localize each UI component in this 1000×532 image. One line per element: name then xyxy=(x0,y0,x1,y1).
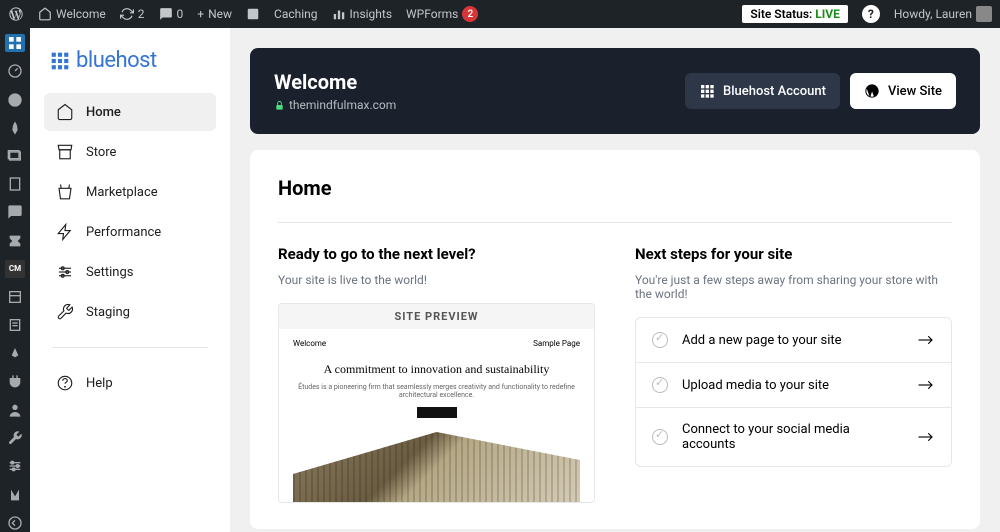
insights-link[interactable]: Insights xyxy=(332,7,392,21)
next-steps-column: Next steps for your site You're just a f… xyxy=(635,245,952,503)
ready-column: Ready to go to the next level? Your site… xyxy=(278,245,595,503)
wpforms-badge: 2 xyxy=(462,6,478,22)
rail-jetpack-icon[interactable] xyxy=(5,90,25,108)
site-link[interactable]: Welcome xyxy=(38,7,106,21)
wp-logo-icon[interactable] xyxy=(8,6,24,22)
wpforms-label: WPForms xyxy=(406,7,458,21)
rail-templates-icon[interactable] xyxy=(5,288,25,306)
rail-plugins-icon[interactable] xyxy=(5,373,25,391)
rail-dashboard-icon[interactable] xyxy=(5,34,25,52)
sidebar-item-help[interactable]: Help xyxy=(44,364,216,402)
rail-wpforms-icon[interactable] xyxy=(5,232,25,250)
insights-label: Insights xyxy=(350,7,392,21)
check-icon xyxy=(652,332,668,348)
arrow-right-icon xyxy=(917,379,935,391)
step-add-page[interactable]: Add a new page to your site xyxy=(636,318,951,363)
sidebar-item-home[interactable]: Home xyxy=(44,93,216,131)
wp-admin-rail: CM xyxy=(0,28,30,532)
preview-label: SITE PREVIEW xyxy=(279,304,594,329)
steps-list: Add a new page to your site Upload media… xyxy=(635,317,952,467)
updates-link[interactable]: 2 xyxy=(120,7,145,21)
ready-heading: Ready to go to the next level? xyxy=(278,245,595,263)
avatar xyxy=(976,6,992,22)
howdy-text: Howdy, Lauren xyxy=(894,7,972,21)
user-menu[interactable]: Howdy, Lauren xyxy=(894,6,992,22)
step-social-media[interactable]: Connect to your social media accounts xyxy=(636,408,951,466)
preview-sub: Études is a pioneering firm that seamles… xyxy=(293,383,580,399)
preview-image xyxy=(293,432,580,502)
lock-icon xyxy=(274,100,285,111)
sidebar-item-staging[interactable]: Staging xyxy=(44,293,216,331)
bluehost-logo-icon xyxy=(50,51,70,71)
rail-settings-icon[interactable] xyxy=(5,457,25,475)
rail-tools-icon[interactable] xyxy=(5,429,25,447)
preview-heading: A commitment to innovation and sustainab… xyxy=(293,362,580,377)
sidebar-item-performance[interactable]: Performance xyxy=(44,213,216,251)
card-title: Home xyxy=(278,176,952,200)
arrow-right-icon xyxy=(917,431,935,443)
bluehost-logo[interactable]: bluehost xyxy=(44,48,216,73)
hero-title: Welcome xyxy=(274,70,396,94)
rail-comments-icon[interactable] xyxy=(5,203,25,221)
sidebar-label: Performance xyxy=(86,225,161,240)
wordpress-icon xyxy=(864,83,880,99)
check-icon xyxy=(652,429,668,445)
sidebar-label: Help xyxy=(86,376,113,391)
rail-users-icon[interactable] xyxy=(5,401,25,419)
updates-count: 2 xyxy=(138,7,145,21)
wpforms-link[interactable]: WPForms 2 xyxy=(406,6,478,22)
rail-appearance-icon[interactable] xyxy=(5,344,25,362)
arrow-right-icon xyxy=(917,334,935,346)
comments-count: 0 xyxy=(177,7,184,21)
rail-gauge-icon[interactable] xyxy=(5,62,25,80)
site-status[interactable]: Site Status: LIVE xyxy=(742,5,847,23)
rail-pages-icon[interactable] xyxy=(5,175,25,193)
next-steps-subtext: You're just a few steps away from sharin… xyxy=(635,273,952,301)
sidebar-item-store[interactable]: Store xyxy=(44,133,216,171)
content-area: Welcome themindfulmax.com Bluehost Accou… xyxy=(230,28,1000,532)
hero-url: themindfulmax.com xyxy=(274,98,396,112)
rail-collapse-icon[interactable] xyxy=(5,514,25,532)
grid-icon xyxy=(699,83,715,99)
bluehost-sidebar: bluehost Home Store Marketplace Performa… xyxy=(30,28,230,532)
rail-forms-icon[interactable] xyxy=(5,316,25,334)
next-steps-heading: Next steps for your site xyxy=(635,245,952,263)
sidebar-item-marketplace[interactable]: Marketplace xyxy=(44,173,216,211)
ready-subtext: Your site is live to the world! xyxy=(278,273,595,287)
bluehost-account-button[interactable]: Bluehost Account xyxy=(685,73,840,109)
sidebar-label: Marketplace xyxy=(86,185,158,200)
view-site-button[interactable]: View Site xyxy=(850,73,956,109)
sidebar-label: Settings xyxy=(86,265,133,280)
new-link[interactable]: +New xyxy=(197,7,232,21)
new-label: New xyxy=(208,7,232,21)
rail-media-icon[interactable] xyxy=(5,147,25,165)
rail-pin-icon[interactable] xyxy=(5,119,25,137)
check-icon xyxy=(652,377,668,393)
caching-link[interactable]: Caching xyxy=(274,7,318,21)
yoast-icon[interactable] xyxy=(246,7,260,21)
sidebar-label: Staging xyxy=(86,305,130,320)
help-icon[interactable]: ? xyxy=(862,5,880,23)
bluehost-logo-text: bluehost xyxy=(76,48,157,73)
comments-link[interactable]: 0 xyxy=(159,7,184,21)
preview-cta xyxy=(417,407,457,418)
sidebar-label: Store xyxy=(86,145,116,160)
sidebar-separator xyxy=(52,347,208,348)
sidebar-item-settings[interactable]: Settings xyxy=(44,253,216,291)
step-upload-media[interactable]: Upload media to your site xyxy=(636,363,951,408)
site-preview[interactable]: SITE PREVIEW WelcomeSample Page A commit… xyxy=(278,303,595,503)
rail-yoast-icon[interactable] xyxy=(5,486,25,504)
hero-banner: Welcome themindfulmax.com Bluehost Accou… xyxy=(250,48,980,134)
wp-admin-bar: Welcome 2 0 +New Caching Insights WPForm… xyxy=(0,0,1000,28)
sidebar-label: Home xyxy=(86,105,121,120)
site-name: Welcome xyxy=(56,7,106,21)
home-card: Home Ready to go to the next level? Your… xyxy=(250,150,980,529)
rail-cm-icon[interactable]: CM xyxy=(5,260,25,278)
